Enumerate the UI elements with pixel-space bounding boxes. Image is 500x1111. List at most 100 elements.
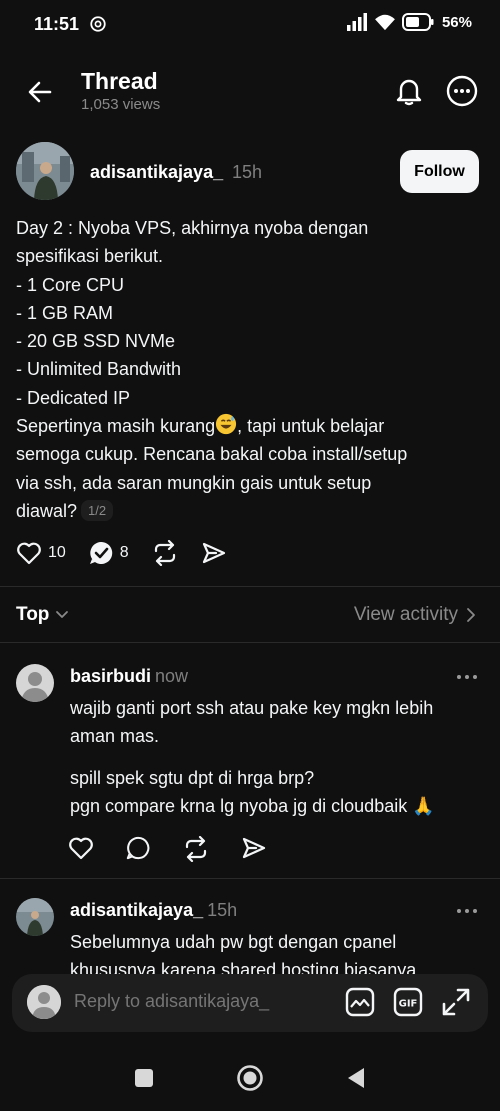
chevron-down-icon [56,611,69,618]
send-icon[interactable] [241,836,267,860]
back-button[interactable] [24,76,56,108]
square-icon [135,1069,153,1087]
reply-author-name: adisantikajaya_ [70,900,204,920]
default-avatar-icon [16,664,54,702]
reply-line: aman mas. [70,726,160,746]
post-line: via ssh, ada saran mungkin gais untuk se… [16,472,372,493]
expand-icon [442,988,470,1016]
like-count: 10 [48,544,66,561]
avatar-photo [16,898,54,936]
reply-check-bubble-icon [89,541,113,564]
attach-image-button[interactable] [344,986,376,1018]
repost-icon [154,540,175,566]
divider [0,586,500,587]
grinning-sweat-emoji-icon [216,413,237,435]
post-line-with-emoji: Sepertinya masih kurang , tapi untuk bela… [16,412,476,440]
author-avatar[interactable] [16,142,74,200]
page-indicator: 1/2 [81,499,114,521]
circle-home-icon [237,1065,263,1091]
reply-line: pgn compare krna lg nyoba jg di cloudbai… [70,796,435,816]
repost-icon[interactable] [182,836,210,862]
reply-input[interactable] [74,991,324,1012]
reply-count: 8 [119,544,129,561]
reply-actions [68,836,267,862]
post-text-fragment: Sepertinya masih kurang [16,416,216,437]
post-author[interactable]: adisantikajaya_ [90,162,223,183]
reply-line: spill spek sgtu dpt di hrga brp? [70,768,315,788]
recents-button[interactable] [130,1064,158,1092]
view-activity-label: View activity [353,604,458,625]
home-button[interactable] [236,1064,264,1092]
more-horizontal-icon[interactable] [456,672,478,682]
status-time: 11:51 [34,14,80,34]
reply-time: 15h [207,900,238,920]
like-button[interactable]: 10 [16,541,66,565]
composer-avatar [27,985,61,1019]
reply-composer: GIF [12,974,488,1032]
view-count: 1,053 views [81,96,161,113]
more-options-button[interactable] [445,74,479,108]
reply-line: Sebelumnya udah pw bgt dengan cpanel [70,932,397,952]
heart-icon [17,542,41,565]
post-line: - Dedicated IP [16,387,131,408]
post-actions: 10 8 [16,540,249,566]
post-line: Day 2 : Nyoba VPS, akhirnya nyoba dengan [16,218,369,238]
reply-button[interactable]: 8 [88,540,129,566]
chevron-right-icon [467,608,475,622]
divider [0,642,500,643]
bell-icon [396,79,422,106]
back-nav-button[interactable] [342,1064,370,1092]
share-button[interactable] [201,541,227,565]
status-bar: 11:51 56% [0,0,500,50]
more-horizontal-icon[interactable] [456,906,478,916]
threads-notification-icon [90,16,106,32]
heart-icon[interactable] [68,836,94,860]
attach-gif-button[interactable]: GIF [392,986,424,1018]
send-icon [202,542,225,564]
post-text-fragment: diawal? [16,500,78,521]
svg-text:GIF: GIF [399,999,418,1010]
expand-composer-button[interactable] [440,986,472,1018]
reply-time: now [155,666,189,686]
battery-icon [401,13,434,31]
battery-percent: 56% [441,13,472,31]
sort-dropdown[interactable]: Top [16,604,69,626]
repost-button[interactable] [151,540,179,566]
wifi-icon [375,14,395,31]
default-avatar-icon [27,985,61,1019]
reply-avatar[interactable] [16,664,54,702]
signal-icon [346,13,367,31]
post-line: - Unlimited Bandwith [16,359,182,380]
sort-label: Top [16,604,50,625]
image-icon [345,987,375,1017]
reply-author[interactable]: adisantikajaya_ 15h [70,900,237,921]
view-activity-link[interactable]: View activity [354,604,476,626]
post-time: 15h [232,162,263,182]
post-line-last: diawal? 1/2 [16,497,476,525]
notifications-button[interactable] [392,74,426,108]
post-line: - 1 Core CPU [16,274,125,295]
post-body: Day 2 : Nyoba VPS, akhirnya nyoba dengan… [16,214,476,525]
divider [0,878,500,879]
reply-author[interactable]: basirbudi now [70,666,188,687]
arrow-left-icon [28,81,52,103]
page-title: Thread [81,68,158,94]
post-line: - 20 GB SSD NVMe [16,331,176,352]
reply-text: wajib ganti port ssh atau pake key mgkn … [70,694,480,820]
post-line: semoga cukup. Rencana bakal coba install… [16,444,408,465]
post-line: spesifikasi berikut. [16,246,164,267]
more-horizontal-icon [446,75,478,107]
gif-icon: GIF [393,987,423,1017]
reply-author-name: basirbudi [70,666,152,686]
comment-icon[interactable] [125,836,151,860]
reply-line: wajib ganti port ssh atau pake key mgkn … [70,698,434,718]
post-text-fragment: , tapi untuk belajar [237,416,385,437]
status-icons: 56% [346,13,472,31]
post-line: - 1 GB RAM [16,302,114,323]
system-nav-bar [0,1040,500,1111]
thread-header: Thread 1,053 views [0,60,500,124]
avatar-photo [16,142,74,200]
follow-button[interactable]: Follow [400,150,479,193]
triangle-back-icon [348,1068,364,1088]
reply-avatar[interactable] [16,898,54,936]
